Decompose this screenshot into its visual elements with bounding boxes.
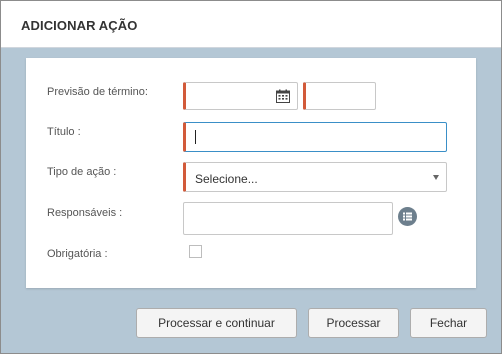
dialog-header: ADICIONAR AÇÃO xyxy=(1,1,501,48)
mandatory-label: Obrigatória : xyxy=(47,248,108,260)
action-type-label: Tipo de ação : xyxy=(47,166,117,178)
title-input[interactable] xyxy=(183,122,447,152)
list-icon[interactable] xyxy=(398,207,417,226)
text-cursor xyxy=(195,130,196,144)
action-type-select[interactable]: Selecione... xyxy=(183,162,447,192)
close-button[interactable]: Fechar xyxy=(410,308,487,338)
due-date-label: Previsão de término: xyxy=(47,86,148,98)
dialog-title: ADICIONAR AÇÃO xyxy=(21,18,138,33)
add-action-dialog: ADICIONAR AÇÃO Previsão de término: Títu… xyxy=(0,0,502,354)
title-label: Título : xyxy=(47,126,81,138)
process-and-continue-button[interactable]: Processar e continuar xyxy=(136,308,297,338)
responsibles-label: Responsáveis : xyxy=(47,207,123,219)
action-type-selected: Selecione... xyxy=(195,172,258,186)
dialog-body: Previsão de término: Título : Tipo de aç… xyxy=(1,48,501,353)
responsibles-field[interactable] xyxy=(183,202,393,235)
due-date-field[interactable] xyxy=(183,82,298,110)
chevron-down-icon xyxy=(433,175,439,180)
form-panel: Previsão de término: Título : Tipo de aç… xyxy=(26,58,476,288)
mandatory-checkbox[interactable] xyxy=(189,245,202,258)
process-button[interactable]: Processar xyxy=(308,308,399,338)
calendar-icon[interactable] xyxy=(276,89,290,103)
due-time-field[interactable] xyxy=(303,82,376,110)
